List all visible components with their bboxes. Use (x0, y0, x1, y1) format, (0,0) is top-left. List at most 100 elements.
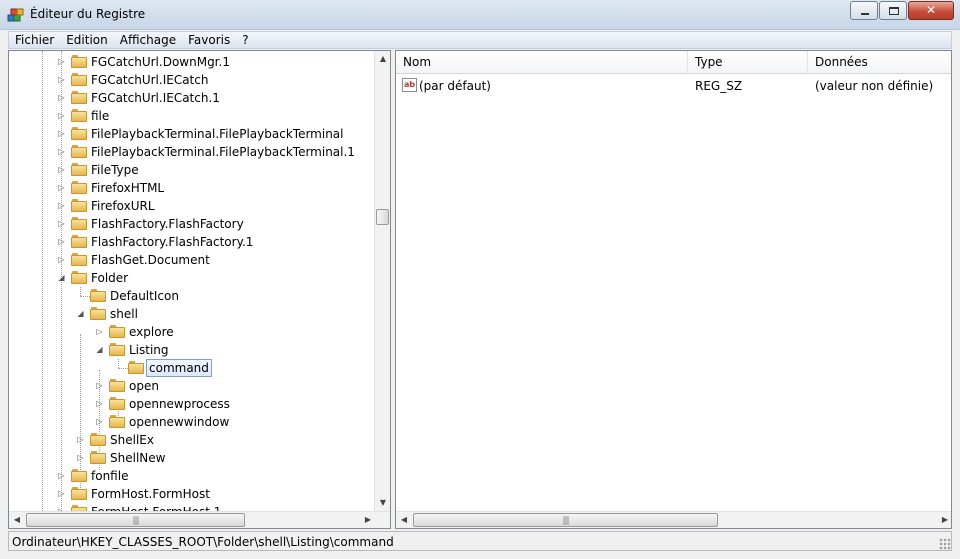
tree-node[interactable]: ◢ Listing (9, 341, 375, 359)
tree-node-label[interactable]: file (89, 108, 111, 124)
title-bar[interactable]: Éditeur du Registre ✕ (0, 0, 960, 30)
close-button[interactable]: ✕ (908, 1, 954, 20)
tree-node-label[interactable]: open (127, 378, 161, 394)
collapsed-arrow-icon[interactable]: ▷ (57, 147, 66, 156)
column-header-type[interactable]: Type (688, 51, 808, 74)
tree-horizontal-scroll-thumb[interactable]: ||| (26, 513, 245, 527)
tree-node[interactable]: ▷ FlashGet.Document (9, 251, 375, 269)
tree-node[interactable]: ◢ shell (9, 305, 375, 323)
tree-node-label[interactable]: Listing (127, 342, 171, 358)
collapsed-arrow-icon[interactable]: ▷ (57, 129, 66, 138)
tree-node[interactable]: ▷ FilePlaybackTerminal.FilePlaybackTermin… (9, 125, 375, 143)
tree-node[interactable]: ▷ ShellNew (9, 449, 375, 467)
tree-node[interactable]: ▷ fonfile (9, 467, 375, 485)
tree-node[interactable]: ▷ FirefoxURL (9, 197, 375, 215)
tree-node-label[interactable]: opennewwindow (127, 414, 231, 430)
collapsed-arrow-icon[interactable]: ▷ (57, 111, 66, 120)
tree-node[interactable]: ▷ file (9, 107, 375, 125)
tree-node-label[interactable]: FormHost.FormHost (89, 486, 212, 502)
tree-node-label[interactable]: FGCatchUrl.DownMgr.1 (89, 54, 232, 70)
tree-node[interactable]: ▷ FlashFactory.FlashFactory (9, 215, 375, 233)
scroll-left-arrow-icon[interactable]: ◀ (396, 512, 412, 528)
tree-node[interactable]: ▷ FormHost.FormHost (9, 485, 375, 503)
tree-vertical-scrollbar[interactable]: ▲ ▼ (374, 51, 390, 511)
collapsed-arrow-icon[interactable]: ▷ (95, 381, 104, 390)
scroll-up-arrow-icon[interactable]: ▲ (375, 51, 390, 67)
tree-node-label[interactable]: ShellNew (108, 450, 167, 466)
tree-node[interactable]: ▷ opennewprocess (9, 395, 375, 413)
collapsed-arrow-icon[interactable]: ▷ (57, 93, 66, 102)
collapsed-arrow-icon[interactable]: ▷ (57, 471, 66, 480)
tree-node[interactable]: DefaultIcon (9, 287, 375, 305)
tree-node-label[interactable]: FirefoxHTML (89, 180, 166, 196)
tree-vertical-scroll-thumb[interactable] (376, 209, 389, 225)
tree-node[interactable]: ▷ FGCatchUrl.DownMgr.1 (9, 53, 375, 71)
list-horizontal-scrollbar[interactable]: ◀ ||| ▶ (396, 511, 951, 528)
tree-node-label[interactable]: FGCatchUrl.IECatch (89, 72, 210, 88)
collapsed-arrow-icon[interactable]: ▷ (95, 399, 104, 408)
column-header-donnees[interactable]: Données (808, 51, 951, 74)
tree-node[interactable]: command (9, 359, 375, 377)
collapsed-arrow-icon[interactable]: ▷ (76, 435, 85, 444)
tree-horizontal-scrollbar[interactable]: ◀ ||| ▶ (9, 511, 390, 528)
tree-node-label[interactable]: FormHost.FormHost.1 (89, 504, 223, 511)
tree-node-label[interactable]: FileType (89, 162, 141, 178)
tree-node[interactable]: ▷ ShellEx (9, 431, 375, 449)
list-horizontal-scroll-thumb[interactable]: ||| (413, 513, 718, 527)
collapsed-arrow-icon[interactable]: ▷ (57, 75, 66, 84)
tree-node-label[interactable]: ShellEx (108, 432, 156, 448)
scroll-right-arrow-icon[interactable]: ▶ (360, 512, 376, 528)
tree-node-label[interactable]: FlashGet.Document (89, 252, 212, 268)
tree-node-label[interactable]: FilePlaybackTerminal.FilePlaybackTermina… (89, 126, 346, 142)
tree-node-label-selected[interactable]: command (146, 359, 212, 377)
expanded-arrow-icon[interactable]: ◢ (76, 309, 85, 318)
registry-tree[interactable]: ▷ FGCatchUrl.DownMgr.1 ▷ FGCatchUrl.IECatch… (9, 51, 375, 511)
menu-edition[interactable]: Edition (60, 32, 114, 48)
tree-node[interactable]: ◢ Folder (9, 269, 375, 287)
collapsed-arrow-icon[interactable]: ▷ (57, 255, 66, 264)
collapsed-arrow-icon[interactable]: ▷ (57, 57, 66, 66)
tree-node[interactable]: ▷FormHost.FormHost.1 (9, 503, 375, 511)
menu-fichier[interactable]: Fichier (9, 32, 60, 48)
minimize-button[interactable] (850, 1, 878, 20)
tree-node[interactable]: ▷ opennewwindow (9, 413, 375, 431)
tree-node-label[interactable]: FlashFactory.FlashFactory (89, 216, 246, 232)
collapsed-arrow-icon[interactable]: ▷ (57, 183, 66, 192)
scroll-left-arrow-icon[interactable]: ◀ (9, 512, 25, 528)
tree-node[interactable]: ▷ FlashFactory.FlashFactory.1 (9, 233, 375, 251)
expanded-arrow-icon[interactable]: ◢ (95, 345, 104, 354)
registry-tree-pane[interactable]: ▷ FGCatchUrl.DownMgr.1 ▷ FGCatchUrl.IECatch… (8, 50, 391, 529)
tree-node-label[interactable]: FirefoxURL (89, 198, 157, 214)
menu-help[interactable]: ? (236, 32, 254, 48)
tree-node-label[interactable]: FlashFactory.FlashFactory.1 (89, 234, 255, 250)
tree-node[interactable]: ▷ FGCatchUrl.IECatch.1 (9, 89, 375, 107)
tree-node[interactable]: ▷ FileType (9, 161, 375, 179)
menu-favoris[interactable]: Favoris (182, 32, 236, 48)
tree-node-label[interactable]: fonfile (89, 468, 130, 484)
value-row[interactable]: ab (par défaut) REG_SZ (valeur non défin… (396, 77, 951, 95)
tree-node[interactable]: ▷ FGCatchUrl.IECatch (9, 71, 375, 89)
collapsed-arrow-icon[interactable]: ▷ (57, 237, 66, 246)
tree-node-label[interactable]: shell (108, 306, 140, 322)
tree-node[interactable]: ▷ FilePlaybackTerminal.FilePlaybackTermin… (9, 143, 375, 161)
values-list-pane[interactable]: Nom Type Données ab (par défaut) REG_SZ … (395, 50, 952, 529)
registry-editor-app-icon[interactable] (7, 6, 25, 24)
expanded-arrow-icon[interactable]: ◢ (57, 273, 66, 282)
scroll-down-arrow-icon[interactable]: ▼ (375, 495, 390, 511)
collapsed-arrow-icon[interactable]: ▷ (76, 453, 85, 462)
tree-node-label[interactable]: FGCatchUrl.IECatch.1 (89, 90, 222, 106)
tree-node-label[interactable]: DefaultIcon (108, 288, 181, 304)
tree-node-label[interactable]: Folder (89, 270, 130, 286)
tree-node[interactable]: ▷ explore (9, 323, 375, 341)
collapsed-arrow-icon[interactable]: ▷ (57, 489, 66, 498)
collapsed-arrow-icon[interactable]: ▷ (57, 201, 66, 210)
collapsed-arrow-icon[interactable]: ▷ (95, 417, 104, 426)
tree-node-label[interactable]: FilePlaybackTerminal.FilePlaybackTermina… (89, 144, 357, 160)
tree-node[interactable]: ▷ FirefoxHTML (9, 179, 375, 197)
tree-node[interactable]: ▷ open (9, 377, 375, 395)
tree-node-label[interactable]: opennewprocess (127, 396, 232, 412)
resize-grip-icon[interactable] (939, 538, 951, 550)
collapsed-arrow-icon[interactable]: ▷ (57, 165, 66, 174)
maximize-button[interactable] (879, 1, 907, 20)
menu-affichage[interactable]: Affichage (114, 32, 182, 48)
